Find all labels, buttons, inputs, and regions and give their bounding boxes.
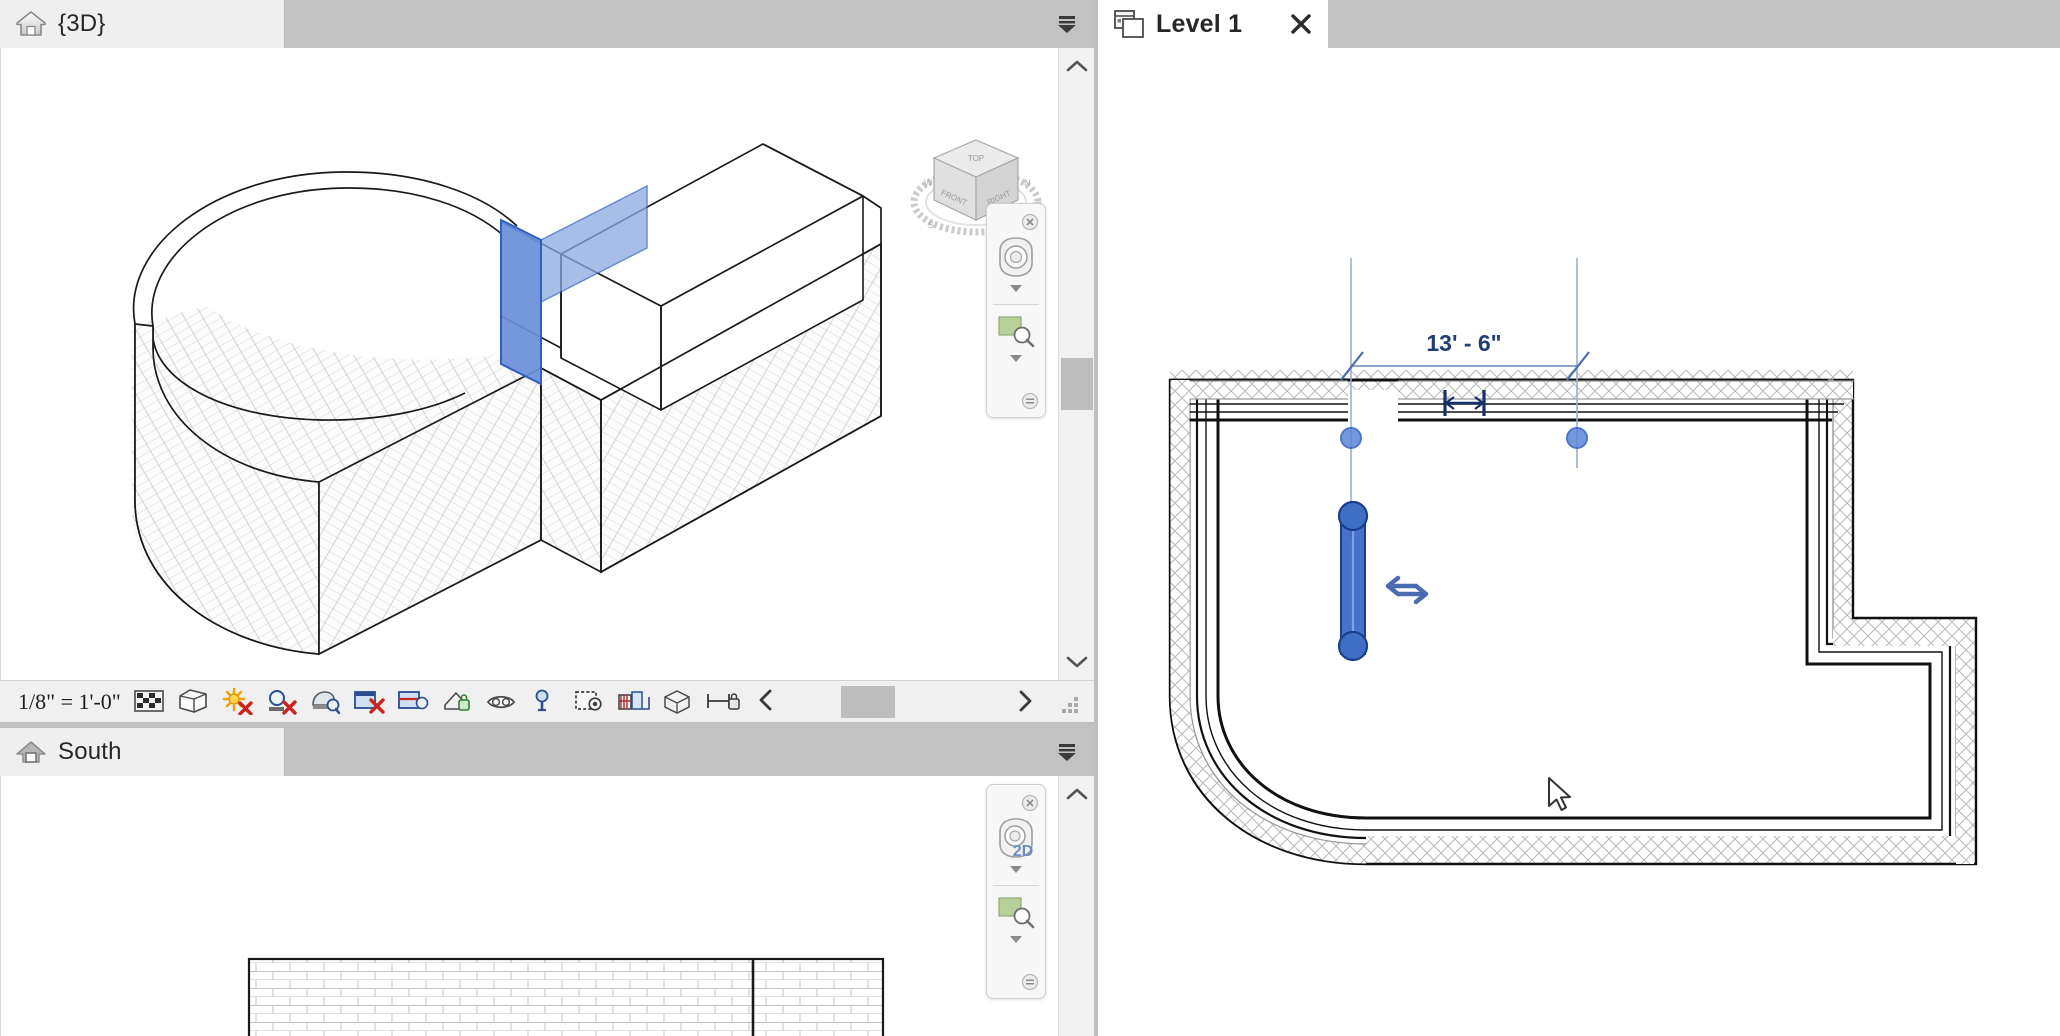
view3d-dock-dropdown-icon[interactable] <box>1054 12 1080 36</box>
tab-level1-label: Level 1 <box>1156 9 1243 38</box>
zoom-region-icon[interactable] <box>994 313 1038 349</box>
revit-viewport-workspace: {3D} TOP FRONT RIGHT W N S 1/8" = 1'-0" … <box>0 0 2060 1036</box>
view3d-horizontal-scrollbar[interactable] <box>799 681 1094 722</box>
visual-style-icon[interactable] <box>177 687 209 717</box>
dimension-grip-right <box>1566 427 1588 449</box>
zoom-dropdown-icon[interactable] <box>1006 352 1026 364</box>
navbar-divider <box>993 304 1039 305</box>
rendering-dialog-icon[interactable] <box>309 687 341 717</box>
level1-canvas[interactable]: 13' - 6" <box>1098 48 2060 1036</box>
scroll-up-button[interactable] <box>1059 48 1095 84</box>
view3d-vertical-scrollbar[interactable] <box>1058 48 1094 680</box>
tab-3d-view[interactable]: {3D} <box>0 0 285 48</box>
crop-view-off-icon[interactable] <box>353 687 385 717</box>
level1-tabbar: Level 1 <box>1098 0 2060 48</box>
zoom-dropdown-icon[interactable] <box>1006 933 1026 945</box>
home-3d-view-icon <box>14 9 48 39</box>
steering-wheel-2d-icon[interactable]: 2D <box>993 816 1039 860</box>
view3d-navigation-bar[interactable] <box>986 203 1046 418</box>
resize-grip-icon[interactable] <box>1060 694 1082 716</box>
floor-plan-view-icon <box>1112 8 1146 40</box>
steering-wheel-dropdown-icon[interactable] <box>1006 282 1026 294</box>
worksharing-display-icon[interactable] <box>529 687 561 717</box>
viewcube-compass-s: S <box>928 220 934 230</box>
close-navbar-icon[interactable] <box>1021 213 1039 231</box>
viewcube-compass-n: N <box>1024 178 1031 188</box>
minimize-navbar-icon[interactable] <box>1021 392 1039 410</box>
temporary-view-properties-icon[interactable] <box>573 687 605 717</box>
minimize-navbar-icon[interactable] <box>1021 973 1039 991</box>
tab-3d-view-label: {3D} <box>58 10 106 37</box>
wall-grip-bottom <box>1337 630 1369 662</box>
scroll-thumb-horizontal[interactable] <box>840 686 895 718</box>
south-dock-dropdown-icon[interactable] <box>1054 740 1080 764</box>
view3d-canvas[interactable]: TOP FRONT RIGHT W N S E <box>0 48 1058 680</box>
scroll-down-button[interactable] <box>1059 644 1095 680</box>
temporary-hide-isolate-icon[interactable] <box>441 687 473 717</box>
wall-grip-top <box>1337 500 1369 532</box>
navbar-divider <box>993 885 1039 886</box>
close-icon[interactable] <box>1286 9 1316 39</box>
show-crop-region-off-icon[interactable] <box>397 687 429 717</box>
steering-wheel-2d-label: 2D <box>1013 843 1033 860</box>
view3d-tabbar: {3D} <box>0 0 1094 48</box>
view-scale-label[interactable]: 1/8" = 1'-0" <box>18 689 121 715</box>
elevation-view-icon <box>14 737 48 767</box>
scroll-thumb-vertical[interactable] <box>1061 358 1093 410</box>
scroll-up-button[interactable] <box>1059 776 1095 812</box>
view3d-view-control-bar: 1/8" = 1'-0" <box>0 680 1094 722</box>
show-analytical-model-icon[interactable] <box>617 687 650 717</box>
dimension-grip-left <box>1340 427 1362 449</box>
detail-level-icon[interactable] <box>133 687 165 717</box>
shadows-off-icon[interactable] <box>265 687 297 717</box>
south-vertical-scrollbar[interactable] <box>1058 776 1094 1036</box>
tab-south-elevation-label: South <box>58 738 122 765</box>
flip-wall-direction-icon <box>1385 575 1429 605</box>
south-canvas[interactable]: 2D <box>0 776 1058 1036</box>
close-navbar-icon[interactable] <box>1021 794 1039 812</box>
sun-path-off-icon[interactable] <box>221 687 253 717</box>
steering-wheel-icon[interactable] <box>993 235 1039 279</box>
hide-options-icon[interactable] <box>705 687 740 717</box>
scroll-right-button[interactable] <box>1014 688 1036 714</box>
temporary-dimension-value: 13' - 6" <box>1426 330 1501 356</box>
constraints-icon[interactable] <box>661 687 693 717</box>
steering-wheel-dropdown-icon[interactable] <box>1006 863 1026 875</box>
tab-level1[interactable]: Level 1 <box>1098 0 1329 48</box>
tab-south-elevation[interactable]: South <box>0 728 285 776</box>
reveal-hidden-elements-icon[interactable] <box>485 687 517 717</box>
viewcube-top-label: TOP <box>968 154 984 163</box>
viewcube-compass-w: W <box>924 178 933 188</box>
south-navigation-bar[interactable]: 2D <box>986 784 1046 999</box>
viewbar-collapse-left-icon[interactable] <box>755 687 787 717</box>
zoom-region-icon[interactable] <box>994 894 1038 930</box>
south-tabbar: South <box>0 728 1094 776</box>
selected-wall-plan <box>1337 500 1429 662</box>
